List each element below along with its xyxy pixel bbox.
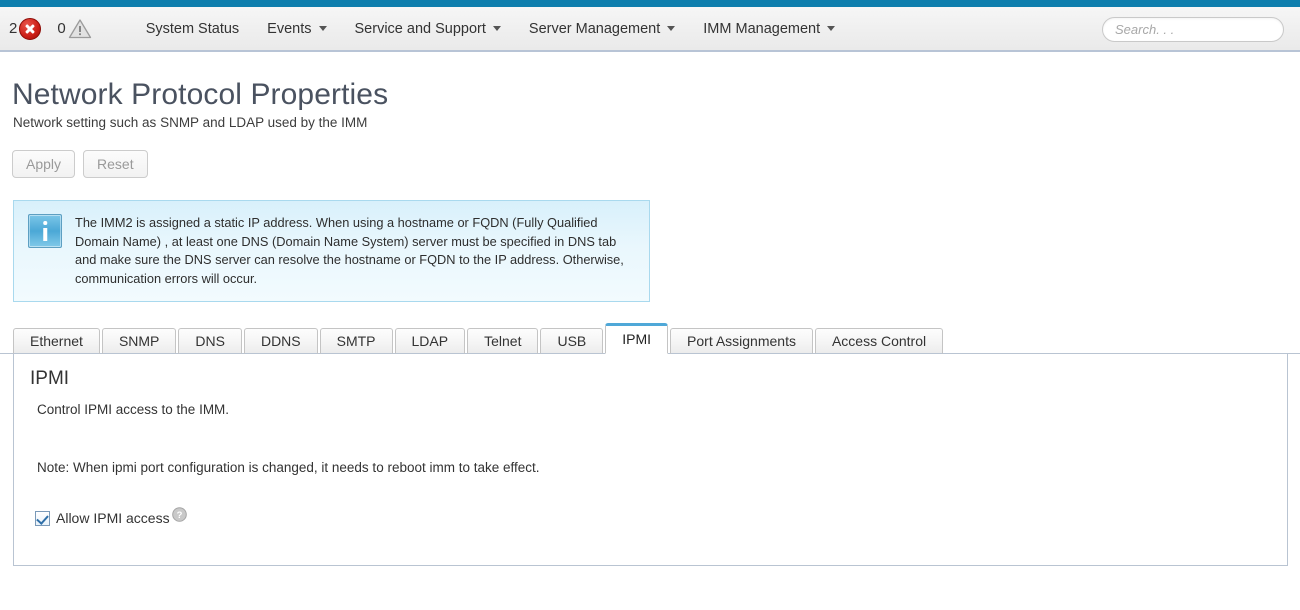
page-subtitle: Network setting such as SNMP and LDAP us…: [13, 115, 368, 130]
svg-text:?: ?: [176, 510, 182, 521]
tab-smtp[interactable]: SMTP: [319, 328, 393, 355]
tab-ldap[interactable]: LDAP: [394, 328, 466, 355]
action-button-row: Apply Reset: [12, 150, 1300, 178]
tab-telnet[interactable]: Telnet: [467, 328, 539, 355]
chevron-down-icon: [318, 26, 327, 31]
tab-ddns[interactable]: DDNS: [243, 328, 318, 355]
nav-label: Events: [267, 20, 312, 37]
tab-usb[interactable]: USB: [540, 328, 604, 355]
warning-triangle-icon: [68, 18, 92, 39]
panel-note: Note: When ipmi port configuration is ch…: [37, 460, 540, 476]
page-header: Network Protocol Properties Network sett…: [12, 78, 1300, 130]
global-header: 2 0 System Status Events Service and Sup…: [0, 7, 1300, 52]
chevron-down-icon: [667, 26, 676, 31]
tab-snmp[interactable]: SNMP: [101, 328, 177, 355]
info-icon: [28, 214, 62, 248]
nav-item-service-and-support[interactable]: Service and Support: [341, 17, 515, 41]
critical-error-count: 2: [9, 20, 18, 37]
nav-item-events[interactable]: Events: [253, 17, 340, 41]
nav-label: System Status: [145, 20, 240, 37]
nav-label: IMM Management: [703, 20, 821, 37]
info-notice-text: The IMM2 is assigned a static IP address…: [75, 215, 624, 286]
info-notice: The IMM2 is assigned a static IP address…: [13, 200, 650, 303]
critical-error-indicator[interactable]: 2: [9, 17, 42, 40]
warning-indicator[interactable]: 0: [57, 18, 91, 39]
error-circle-icon: [19, 17, 42, 40]
search-input[interactable]: [1103, 22, 1300, 37]
tab-list: Ethernet SNMP DNS DDNS SMTP LDAP Telnet …: [13, 323, 1300, 355]
chevron-down-icon: [492, 26, 501, 31]
allow-ipmi-access-row: Allow IPMI access ?: [35, 507, 1287, 526]
search-box[interactable]: [1102, 17, 1300, 42]
tab-port-assignments[interactable]: Port Assignments: [670, 328, 813, 355]
reset-button[interactable]: Reset: [83, 150, 148, 178]
apply-button[interactable]: Apply: [12, 150, 76, 178]
allow-ipmi-access-checkbox[interactable]: [35, 510, 50, 526]
status-indicator-group: 2 0: [9, 17, 108, 40]
panel-description: Control IPMI access to the IMM.: [37, 402, 230, 418]
nav-item-imm-management[interactable]: IMM Management: [689, 17, 849, 41]
tab-ethernet[interactable]: Ethernet: [13, 328, 100, 355]
nav-label: Server Management: [528, 20, 661, 37]
top-accent-band: [0, 0, 1300, 7]
tab-dns[interactable]: DNS: [178, 328, 242, 355]
ipmi-panel: IPMI Control IPMI access to the IMM. Not…: [13, 354, 1288, 567]
page-title: Network Protocol Properties: [12, 78, 389, 111]
allow-ipmi-access-label[interactable]: Allow IPMI access: [56, 510, 170, 526]
chevron-down-icon: [827, 26, 836, 31]
tab-ipmi[interactable]: IPMI: [605, 323, 669, 355]
warning-count: 0: [57, 20, 66, 37]
panel-title: IPMI: [30, 368, 70, 390]
nav-item-system-status[interactable]: System Status: [132, 17, 253, 41]
main-navigation: System Status Events Service and Support…: [132, 17, 849, 41]
tab-access-control[interactable]: Access Control: [814, 328, 944, 355]
help-question-icon[interactable]: ?: [171, 507, 187, 522]
nav-item-server-management[interactable]: Server Management: [515, 17, 689, 41]
tab-strip: Ethernet SNMP DNS DDNS SMTP LDAP Telnet …: [0, 323, 1300, 355]
nav-label: Service and Support: [354, 20, 486, 37]
